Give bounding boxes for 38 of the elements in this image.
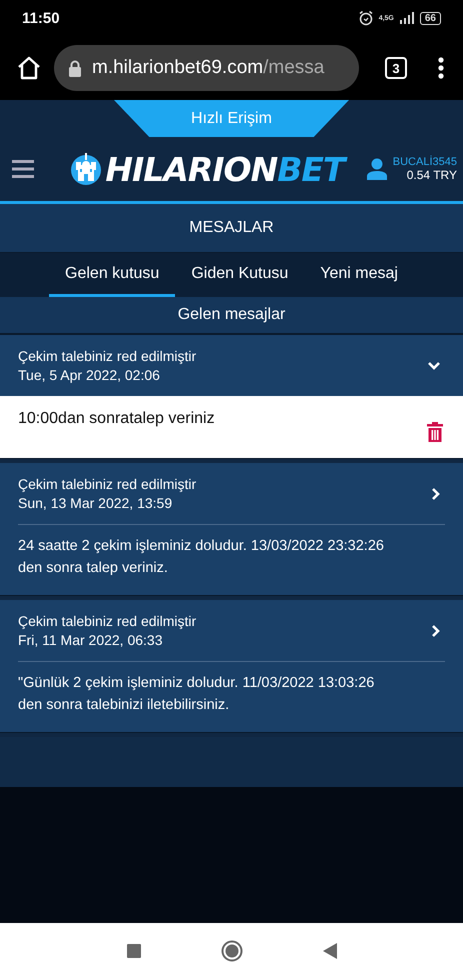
recent-apps-icon[interactable] [126,944,140,958]
chevron-right-icon [431,486,441,500]
signal-icon [398,12,415,24]
tab-count-button[interactable]: 3 [385,57,407,79]
castle-logo-icon [70,152,102,186]
message-subject: Çekim talebiniz red edilmiştir [18,476,196,492]
clock-time: 11:50 [22,10,60,26]
chevron-down-icon [427,360,441,370]
trash-icon[interactable] [427,422,443,442]
username: BUCALİ3545 [392,156,457,168]
tab[interactable]: Giden Kutusu [175,253,304,297]
menu-icon[interactable] [12,160,34,178]
message-date: Fri, 11 Mar 2022, 06:33 [18,632,164,648]
message-subject: Çekim talebiniz red edilmiştir [18,613,196,629]
address-bar[interactable]: m.hilarionbet69.com/messa [54,45,359,91]
message-header[interactable]: Çekim talebiniz red edilmiştir Tue, 5 Apr 2022, 02:06 [0,335,463,396]
message-subject: Çekim talebiniz red edilmiştir [18,348,196,364]
balance: 0.54 TRY [406,168,457,182]
message-body: 10:00dan sonratalep veriniz [18,409,215,429]
tab[interactable]: Yeni mesaj [304,253,414,297]
section-title: Gelen mesajlar [178,306,286,324]
message-header[interactable]: Çekim talebiniz red edilmiştir Fri, 11 Mar 2022, 06:33 [0,600,463,661]
message-date: Tue, 5 Apr 2022, 02:06 [18,367,161,383]
user-icon[interactable] [366,158,387,180]
page-title: MESAJLAR [189,219,274,237]
message-date: Sun, 13 Mar 2022, 13:59 [18,495,174,511]
page-url: m.hilarionbet69.com/messa [92,57,324,79]
home-icon[interactable] [16,55,42,81]
home-button-icon[interactable] [220,940,242,962]
more-icon[interactable] [437,56,445,80]
message-preview: 24 saatte 2 çekim işleminiz doludur. 13/03/2022 23:32:26 den sonra talep veriniz. [18,538,384,576]
alarm-icon [358,10,374,26]
chevron-right-icon [431,624,441,638]
message-preview: "Günlük 2 çekim işleminiz doludur. 11/03/2022 13:03:26 den sonra talebinizi iletebilirsiniz. [18,675,374,713]
message-header[interactable]: Çekim talebiniz red edilmiştir Sun, 13 Mar 2022, 13:59 [0,463,463,524]
lock-icon [68,60,82,76]
back-icon[interactable] [322,943,336,959]
battery-level: 66 [420,12,441,24]
